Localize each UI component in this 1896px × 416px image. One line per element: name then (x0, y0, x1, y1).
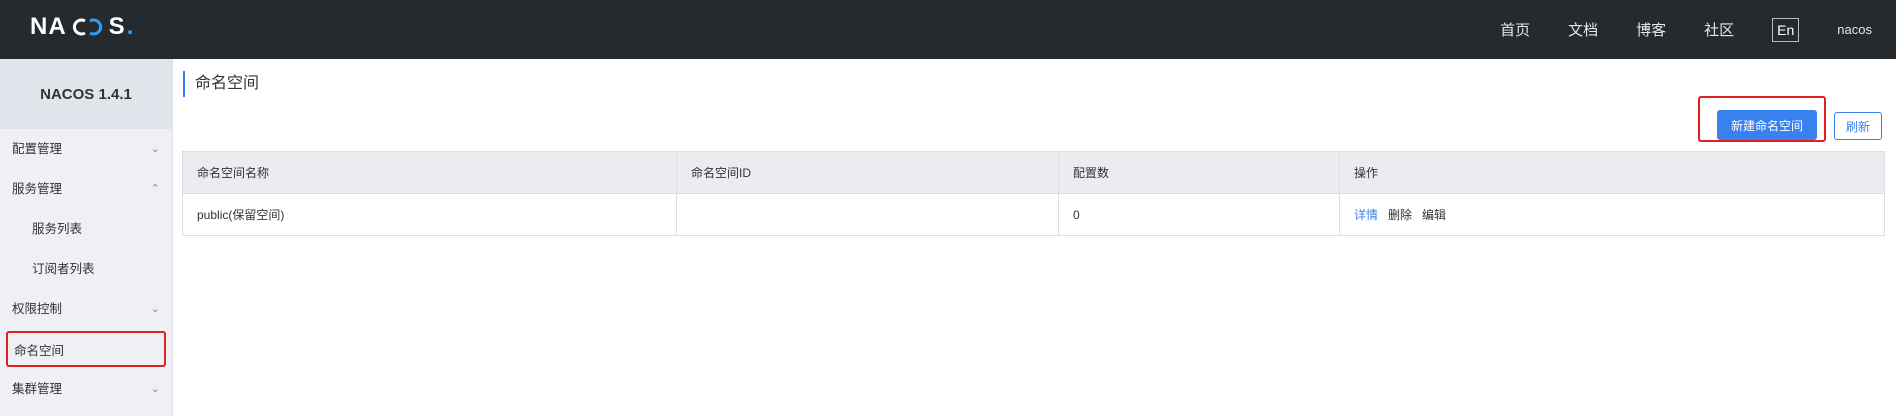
namespace-table: 命名空间名称 命名空间ID 配置数 操作 public(保留空间) 0 详情 删除… (182, 151, 1885, 236)
column-header-id: 命名空间ID (676, 151, 1059, 194)
create-namespace-button[interactable]: 新建命名空间 (1717, 110, 1817, 140)
page-title: 命名空间 (183, 71, 259, 97)
actions-cell: 详情 删除 编辑 (1339, 193, 1885, 236)
namespace-name-cell: public(保留空间) (182, 193, 677, 236)
nav-blog[interactable]: 博客 (1636, 19, 1666, 40)
sidebar-item-cluster-management[interactable]: 集群管理 ⌄ (0, 369, 172, 409)
chevron-up-icon: ⌃ (150, 183, 160, 195)
sidebar-item-label: 订阅者列表 (32, 262, 95, 276)
column-header-config-count: 配置数 (1058, 151, 1340, 194)
sidebar-item-access-control[interactable]: 权限控制 ⌄ (0, 289, 172, 329)
refresh-button[interactable]: 刷新 (1834, 112, 1882, 140)
sidebar-item-label: 命名空间 (14, 344, 65, 358)
sidebar-item-label: 集群管理 (12, 382, 63, 396)
sidebar-item-service-list[interactable]: 服务列表 (0, 209, 172, 249)
sidebar-item-label: 服务列表 (32, 222, 83, 236)
main-content: 命名空间 新建命名空间 刷新 命名空间名称 命名空间ID 配置数 操作 publ… (173, 59, 1896, 416)
table-row: public(保留空间) 0 详情 删除 编辑 (182, 193, 1885, 236)
top-nav: 首页 文档 博客 社区 En nacos (1500, 0, 1896, 59)
chevron-down-icon: ⌄ (150, 383, 160, 395)
table-header-row: 命名空间名称 命名空间ID 配置数 操作 (182, 151, 1885, 194)
language-switch-button[interactable]: En (1772, 17, 1800, 42)
delete-link[interactable]: 删除 (1388, 208, 1412, 222)
nav-home[interactable]: 首页 (1500, 19, 1530, 40)
nav-community[interactable]: 社区 (1704, 19, 1734, 40)
version-label: NACOS 1.4.1 (0, 59, 172, 129)
sidebar-item-config-management[interactable]: 配置管理 ⌄ (0, 129, 172, 169)
sidebar-item-label: 服务管理 (12, 182, 63, 196)
logo-text-end: S (108, 13, 126, 40)
sidebar: NACOS 1.4.1 配置管理 ⌄ 服务管理 ⌃ 服务列表 订阅者列表 权限控… (0, 59, 173, 416)
column-header-name: 命名空间名称 (182, 151, 677, 194)
sidebar-item-label: 权限控制 (12, 302, 63, 316)
top-bar: NA S. 首页 文档 博客 社区 En nacos (0, 0, 1896, 59)
logo-text: NA (30, 13, 67, 40)
user-name[interactable]: nacos (1837, 22, 1872, 37)
logo-dot: . (126, 13, 135, 40)
sidebar-item-namespace[interactable]: 命名空间 (6, 331, 166, 367)
details-link[interactable]: 详情 (1354, 208, 1378, 222)
sidebar-item-label: 配置管理 (12, 142, 63, 156)
column-header-actions: 操作 (1339, 151, 1885, 194)
logo-co-mark (68, 17, 108, 37)
chevron-down-icon: ⌄ (150, 303, 160, 315)
config-count-cell: 0 (1058, 193, 1340, 236)
sidebar-item-service-management[interactable]: 服务管理 ⌃ (0, 169, 172, 209)
nacos-logo[interactable]: NA S. (30, 13, 134, 41)
chevron-down-icon: ⌄ (150, 143, 160, 155)
edit-link[interactable]: 编辑 (1422, 208, 1446, 222)
namespace-id-cell (676, 193, 1059, 236)
sidebar-item-subscriber-list[interactable]: 订阅者列表 (0, 249, 172, 289)
nav-docs[interactable]: 文档 (1568, 19, 1598, 40)
